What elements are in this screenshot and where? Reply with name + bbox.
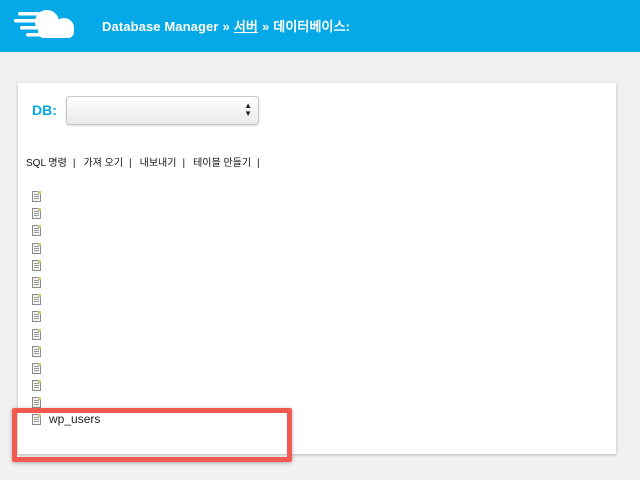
table-row[interactable] — [32, 276, 272, 293]
table-row[interactable] — [32, 224, 272, 241]
menu-export[interactable]: 내보내기 — [140, 158, 177, 169]
menu-sql-command[interactable]: SQL 명령 — [26, 158, 67, 169]
menu-create-table[interactable]: 테이블 만들기 — [193, 158, 251, 169]
select-arrows-icon: ▲ ▼ — [244, 101, 252, 118]
action-menu: SQL 명령 | 가져 오기 | 내보내기 | 테이블 만들기 | — [26, 154, 268, 169]
table-document-icon[interactable] — [32, 242, 41, 254]
menu-separator: | — [72, 158, 76, 169]
table-row[interactable] — [32, 207, 272, 224]
table-document-icon[interactable] — [32, 397, 41, 409]
table-row[interactable] — [32, 190, 272, 207]
table-document-icon[interactable] — [32, 259, 41, 271]
table-row[interactable] — [32, 310, 272, 327]
breadcrumb-separator: » — [222, 19, 230, 34]
cloud-logo-icon[interactable] — [14, 4, 80, 44]
menu-separator: | — [129, 158, 132, 169]
table-document-icon[interactable] — [32, 191, 41, 202]
table-document-icon[interactable] — [32, 328, 41, 340]
table-document-icon[interactable] — [32, 362, 41, 374]
table-row[interactable] — [32, 379, 272, 396]
menu-separator: | — [182, 158, 186, 169]
table-document-icon[interactable] — [32, 294, 41, 306]
table-row[interactable] — [32, 345, 272, 362]
table-document-icon[interactable] — [32, 311, 41, 323]
table-row[interactable] — [32, 293, 272, 310]
breadcrumb: Database Manager» 서버» 데이터베이스: — [102, 16, 350, 35]
table-list: wp_users — [32, 190, 272, 431]
table-document-icon[interactable] — [32, 276, 41, 288]
table-document-icon[interactable] — [32, 345, 41, 357]
table-row[interactable] — [32, 328, 272, 345]
table-name[interactable]: wp_users — [49, 412, 100, 426]
breadcrumb-app-name: Database Manager — [102, 19, 219, 34]
top-header-bar: Database Manager» 서버» 데이터베이스: — [0, 0, 640, 52]
breadcrumb-separator: » — [261, 19, 270, 34]
table-row[interactable] — [32, 396, 272, 413]
table-row[interactable] — [32, 259, 272, 276]
breadcrumb-current: 데이터베이스: — [273, 19, 351, 34]
table-document-icon[interactable] — [32, 414, 41, 426]
table-row-wp-users[interactable]: wp_users — [32, 412, 272, 430]
menu-import[interactable]: 가져 오기 — [83, 158, 123, 169]
db-select[interactable]: ▲ ▼ — [66, 96, 259, 125]
table-document-icon[interactable] — [32, 225, 41, 237]
menu-separator: | — [257, 158, 260, 169]
table-document-icon[interactable] — [32, 208, 41, 220]
db-label: DB: — [32, 102, 57, 118]
database-panel: DB: ▲ ▼ SQL 명령 | 가져 오기 | 내보내기 | 테이블 만들기 | wp_use… — [18, 83, 616, 454]
table-row[interactable] — [32, 242, 272, 259]
table-row[interactable] — [32, 362, 272, 379]
breadcrumb-server-link[interactable]: 서버 — [234, 19, 258, 34]
table-document-icon[interactable] — [32, 380, 41, 392]
